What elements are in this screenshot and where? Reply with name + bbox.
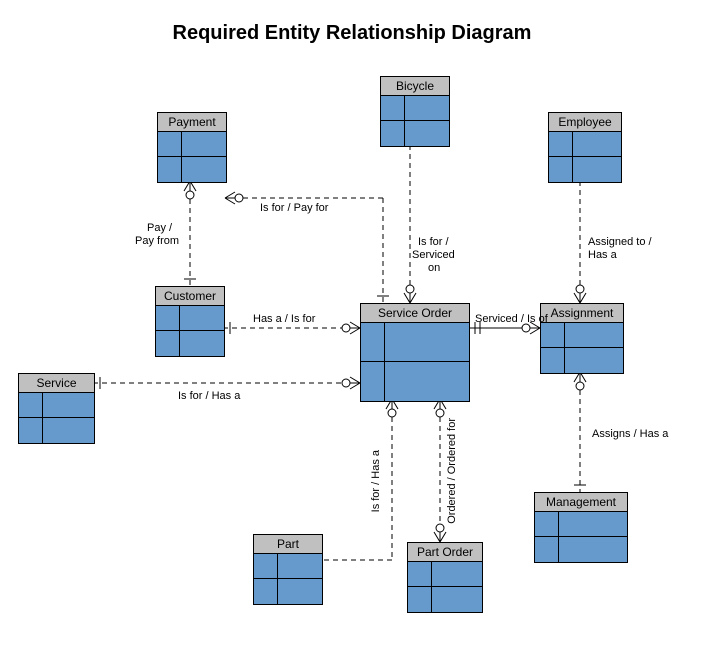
- entity-payment-title: Payment: [158, 113, 226, 132]
- label-payment-customer-1: Pay /: [147, 222, 172, 235]
- label-customer-serviceorder: Has a / Is for: [253, 313, 315, 326]
- entity-employee-title: Employee: [549, 113, 621, 132]
- entity-customer: Customer: [155, 286, 225, 357]
- entity-employee: Employee: [548, 112, 622, 183]
- label-payment-customer-2: Pay from: [135, 235, 179, 248]
- entity-service-title: Service: [19, 374, 94, 393]
- label-part-serviceorder: Is for / Has a: [370, 450, 383, 512]
- entity-bicycle-title: Bicycle: [381, 77, 449, 96]
- label-partorder-serviceorder: Ordered / Ordered for: [446, 418, 459, 524]
- entity-service-order-title: Service Order: [361, 304, 469, 323]
- label-bicycle-serviceorder-2: Serviced: [412, 249, 455, 262]
- entity-management: Management: [534, 492, 628, 563]
- entity-part-order: Part Order: [407, 542, 483, 613]
- label-service-serviceorder: Is for / Has a: [178, 390, 240, 403]
- entity-payment: Payment: [157, 112, 227, 183]
- label-employee-assignment-2: Has a: [588, 249, 617, 262]
- entity-part-order-title: Part Order: [408, 543, 482, 562]
- entity-assignment-title: Assignment: [541, 304, 623, 323]
- label-bicycle-serviceorder-3: on: [428, 262, 440, 275]
- label-employee-assignment-1: Assigned to /: [588, 236, 652, 249]
- entity-part: Part: [253, 534, 323, 605]
- entity-part-title: Part: [254, 535, 322, 554]
- label-bicycle-serviceorder-1: Is for /: [418, 236, 449, 249]
- diagram-title: Required Entity Relationship Diagram: [0, 22, 704, 45]
- entity-service: Service: [18, 373, 95, 444]
- entity-customer-title: Customer: [156, 287, 224, 306]
- entity-service-order: Service Order: [360, 303, 470, 402]
- entity-management-title: Management: [535, 493, 627, 512]
- label-payment-serviceorder: Is for / Pay for: [260, 202, 328, 215]
- label-serviceorder-assignment: Serviced / Is of: [475, 313, 548, 326]
- entity-assignment: Assignment: [540, 303, 624, 374]
- entity-bicycle: Bicycle: [380, 76, 450, 147]
- label-assignment-management: Assigns / Has a: [592, 428, 668, 441]
